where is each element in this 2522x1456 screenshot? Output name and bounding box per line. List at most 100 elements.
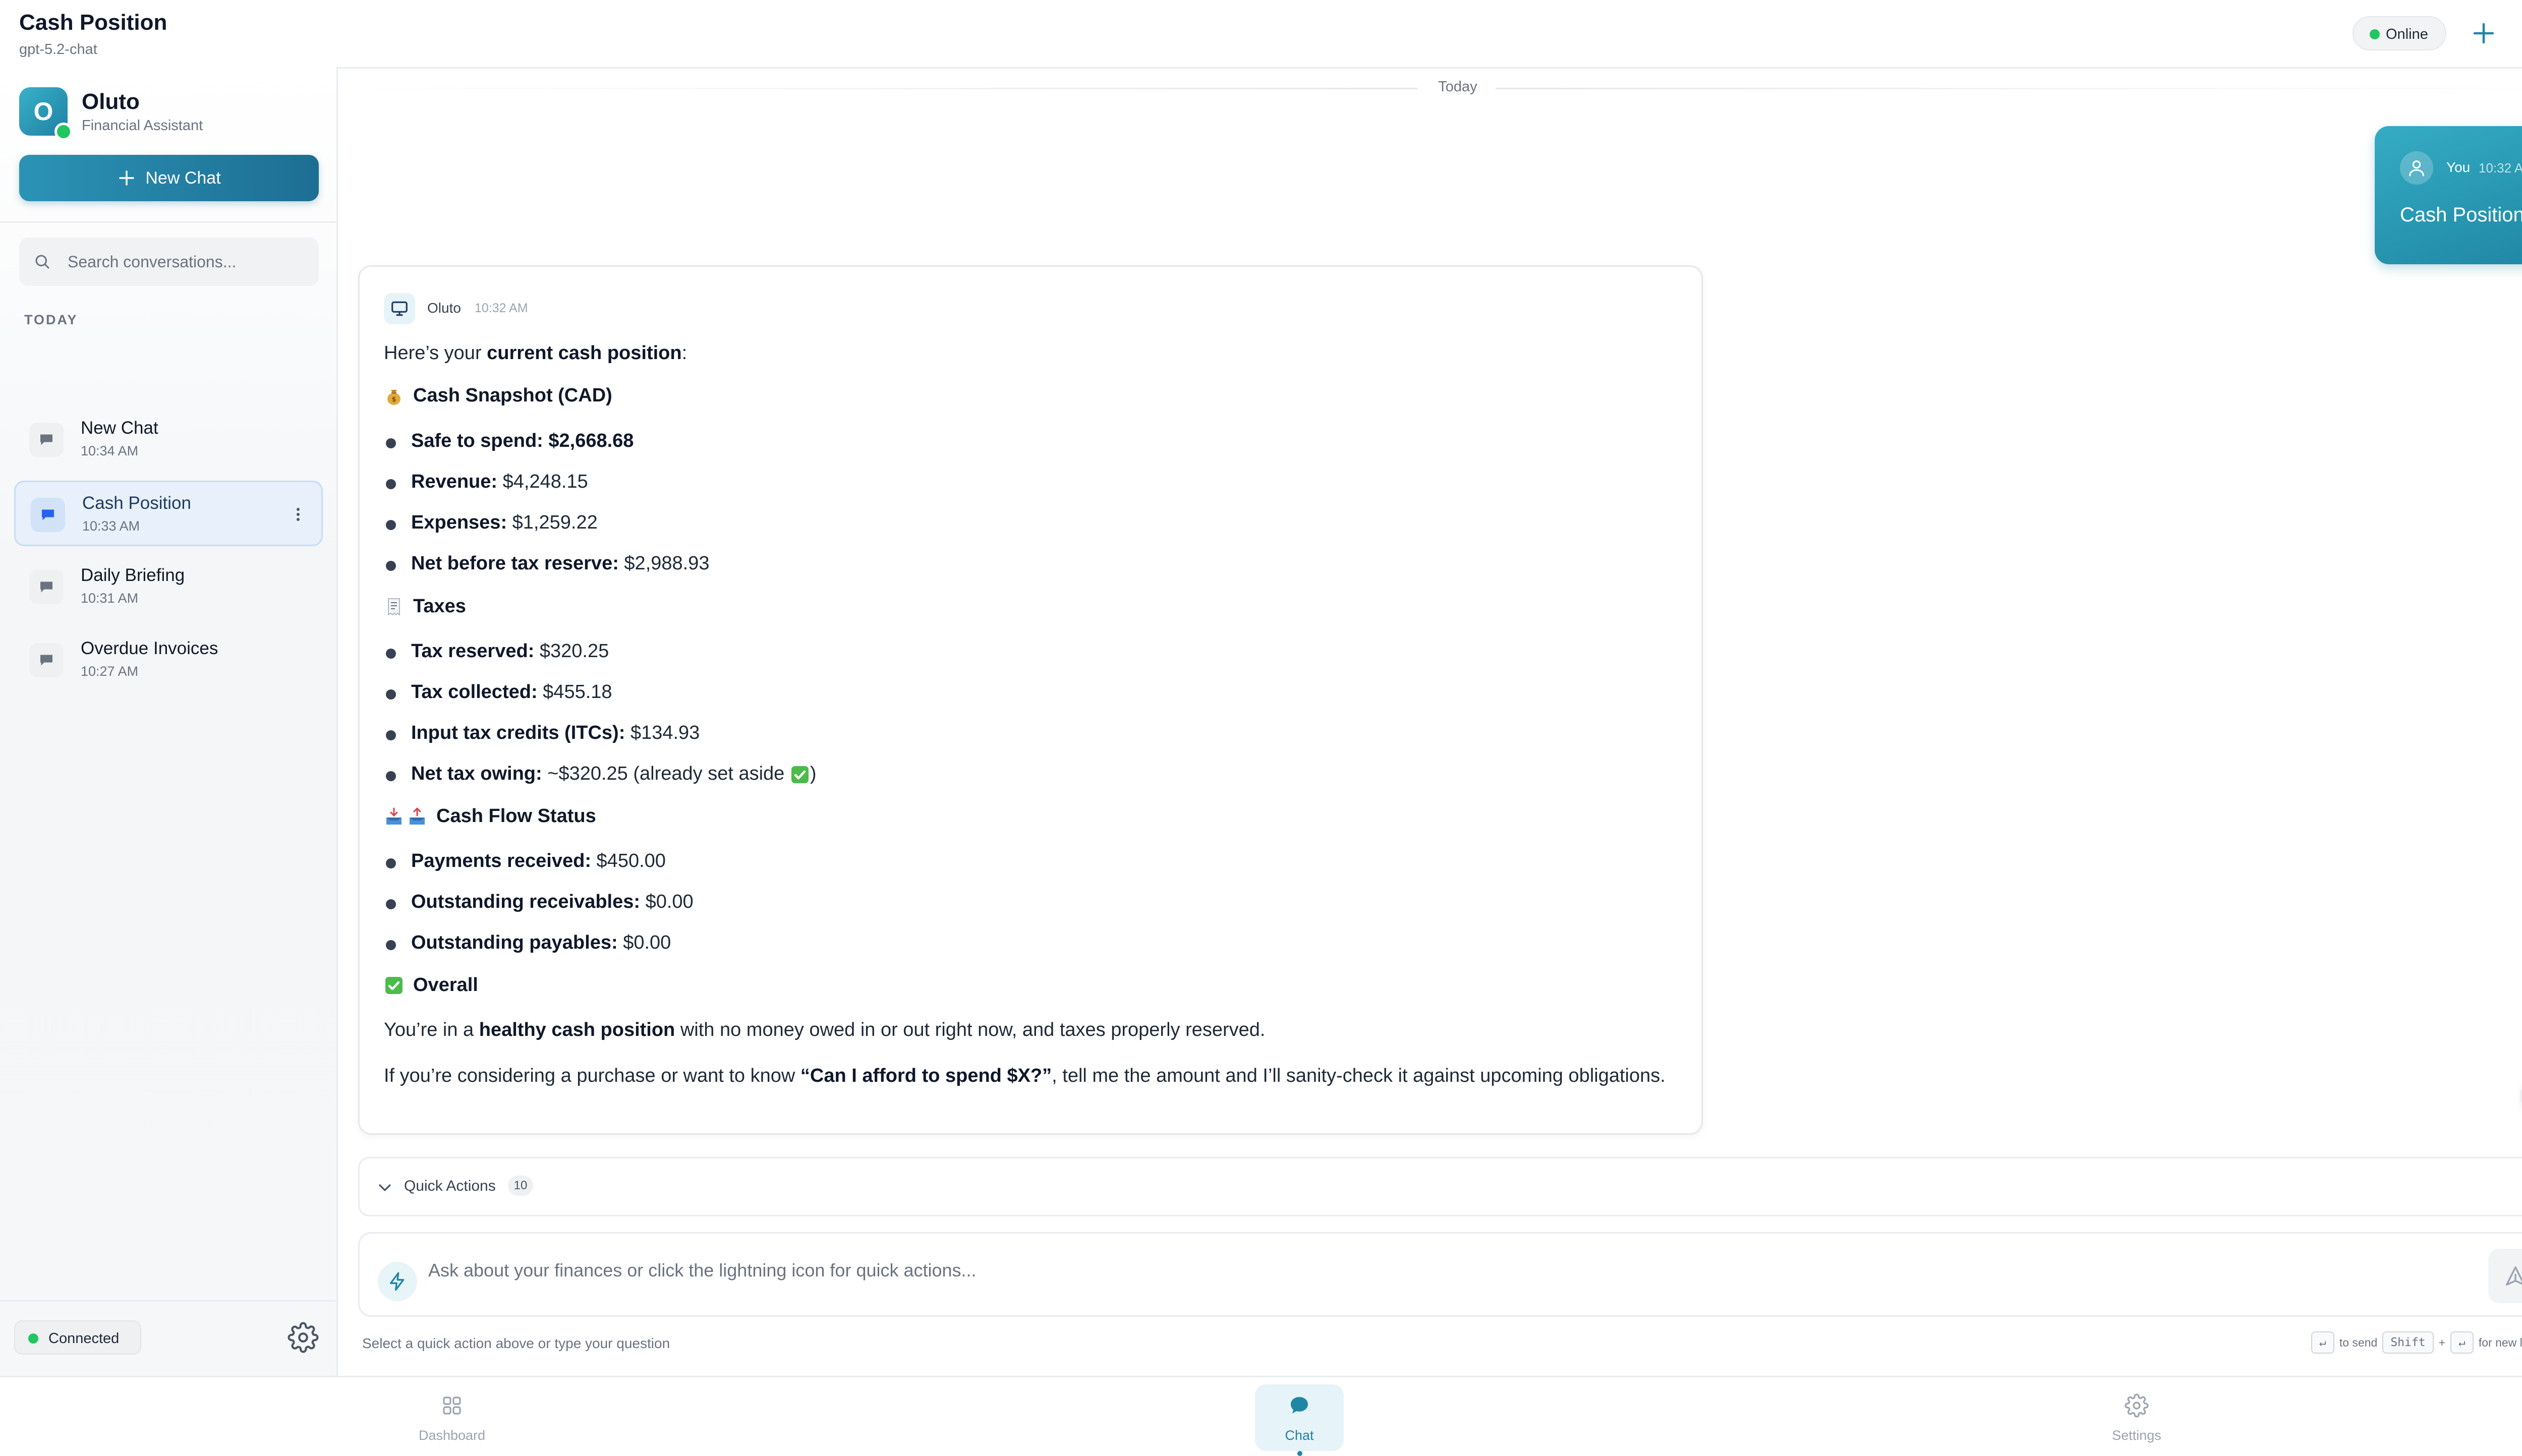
item-value: ~$320.25 (already set aside <box>547 763 785 784</box>
item-value: $134.93 <box>630 722 700 743</box>
item-value: $2,668.68 <box>548 430 634 451</box>
message-author: Oluto <box>427 300 461 316</box>
item-value: $1,259.22 <box>512 512 598 533</box>
conversation-item-active[interactable]: Cash Position 10:33 AM <box>14 481 323 546</box>
send-icon <box>2506 1266 2522 1286</box>
search-placeholder: Search conversations... <box>68 253 237 271</box>
conversation-time: 10:31 AM <box>81 591 139 606</box>
chat-bubble-icon <box>29 643 64 677</box>
keyboard-hints: ↵ to send Shift + ↵ for new line <box>2311 1330 2522 1355</box>
lightning-icon <box>390 1272 405 1291</box>
item-label: Expenses: <box>411 512 507 533</box>
assistant-bot-icon <box>384 293 415 324</box>
conversation-time: 10:27 AM <box>81 664 139 679</box>
plus-icon <box>119 170 135 186</box>
chevron-down-icon <box>379 1184 391 1191</box>
connection-status-dot <box>28 1333 38 1344</box>
outbox-icon <box>410 807 425 825</box>
grid-icon <box>443 1396 461 1415</box>
text-fragment-bold: “Can I afford to spend $X?” <box>800 1065 1052 1086</box>
nav-label: Settings <box>2112 1428 2161 1443</box>
conversation-title: Daily Briefing <box>81 565 185 585</box>
model-name: gpt-5.2-chat <box>19 41 97 57</box>
list-item: Net tax owing: ~$320.25 (already set asi… <box>384 763 817 785</box>
message-time: 10:32 AM <box>475 301 528 315</box>
item-value: $0.00 <box>623 932 671 953</box>
message-intro: Here’s your current cash position: <box>384 342 687 364</box>
item-value: $320.25 <box>539 640 609 662</box>
item-value: $2,988.93 <box>624 553 710 574</box>
section-label-today: TODAY <box>24 312 78 327</box>
enter-key: ↵ <box>2311 1331 2334 1354</box>
nav-chat[interactable]: Chat <box>1255 1384 1344 1456</box>
section-heading: Cash Flow Status <box>384 805 596 827</box>
more-options-icon[interactable] <box>286 502 310 527</box>
bottom-nav: Dashboard Chat Settings <box>0 1376 2522 1456</box>
new-chat-button[interactable]: New Chat <box>19 155 319 201</box>
list-item: Payments received: $450.00 <box>384 850 666 872</box>
chat-bubble-icon <box>1291 1397 1308 1414</box>
message-text: Cash Position <box>2400 204 2522 226</box>
section-title: Overall <box>413 974 478 996</box>
nav-label: Chat <box>1285 1428 1314 1443</box>
status-badge: Online <box>2353 16 2446 50</box>
enter-key: ↵ <box>2450 1331 2474 1354</box>
conversation-item[interactable]: New Chat 10:34 AM <box>14 407 323 473</box>
sidebar-settings-button[interactable] <box>288 1322 319 1353</box>
receipt-icon <box>388 598 400 616</box>
nav-label: Dashboard <box>418 1428 486 1443</box>
connection-status-label: Connected <box>48 1330 120 1347</box>
message-input[interactable]: Ask about your finances or click the lig… <box>358 1232 2522 1317</box>
item-value: $4,248.15 <box>502 471 588 492</box>
page-title: Cash Position <box>19 10 167 35</box>
list-item: Tax reserved: $320.25 <box>384 640 609 662</box>
item-label: Revenue: <box>411 471 498 492</box>
check-mark-icon <box>791 766 809 783</box>
summary-text: You’re in a healthy cash position with n… <box>384 1019 1265 1041</box>
quick-actions-toggle[interactable]: Quick Actions 10 <box>358 1157 2522 1216</box>
text-fragment-bold: healthy cash position <box>479 1019 675 1040</box>
search-input[interactable]: Search conversations... <box>19 238 319 286</box>
message-time: 10:32 AM <box>2479 160 2522 176</box>
item-label: Tax collected: <box>411 681 538 703</box>
top-bar: Cash Position gpt-5.2-chat Online <box>0 0 2522 69</box>
conversation-title: Cash Position <box>82 493 191 513</box>
quick-actions-label: Quick Actions <box>404 1178 496 1194</box>
gear-icon <box>2125 1393 2149 1418</box>
closing-text: If you’re considering a purchase or want… <box>384 1065 1666 1087</box>
quick-actions-button[interactable] <box>378 1262 417 1301</box>
new-chat-header-button[interactable] <box>2468 17 2500 49</box>
nav-settings[interactable]: Settings <box>2092 1384 2181 1451</box>
date-label: Today <box>1438 79 1477 95</box>
text-fragment: with no money owed in or out right now, … <box>675 1019 1266 1040</box>
divider <box>0 1300 336 1302</box>
nav-dashboard[interactable]: Dashboard <box>408 1384 496 1451</box>
check-mark-icon <box>385 976 403 994</box>
conversation-item[interactable]: Overdue Invoices 10:27 AM <box>14 627 323 693</box>
assistant-role: Financial Assistant <box>82 118 203 134</box>
item-label: Outstanding receivables: <box>411 891 641 912</box>
message-author: You <box>2446 159 2471 175</box>
text-fragment: You’re in a <box>384 1019 479 1040</box>
chat-bubble-icon <box>29 570 64 604</box>
item-label: Payments received: <box>411 850 591 871</box>
quick-actions-count-badge: 10 <box>508 1176 533 1196</box>
status-label: Online <box>2386 26 2428 42</box>
list-item: Tax collected: $455.18 <box>384 681 612 703</box>
divider <box>358 88 1417 89</box>
item-label: Net tax owing: <box>411 763 542 784</box>
assistant-name: Oluto <box>82 89 140 114</box>
composer-hint: Select a quick action above or type your… <box>362 1335 670 1351</box>
send-button[interactable] <box>2488 1249 2522 1303</box>
item-label: Tax reserved: <box>411 640 535 662</box>
list-item: Outstanding receivables: $0.00 <box>384 891 694 913</box>
text-fragment: , tell me the amount and I’ll sanity-che… <box>1052 1065 1666 1086</box>
text-fragment: : <box>681 342 687 364</box>
conversation-title: Overdue Invoices <box>81 638 218 658</box>
conversation-title: New Chat <box>81 418 158 438</box>
divider <box>0 221 336 223</box>
section-heading: $ Cash Snapshot (CAD) <box>384 385 612 406</box>
conversation-item[interactable]: Daily Briefing 10:31 AM <box>14 554 323 620</box>
item-value: $450.00 <box>596 850 666 871</box>
list-item: Revenue: $4,248.15 <box>384 471 588 493</box>
